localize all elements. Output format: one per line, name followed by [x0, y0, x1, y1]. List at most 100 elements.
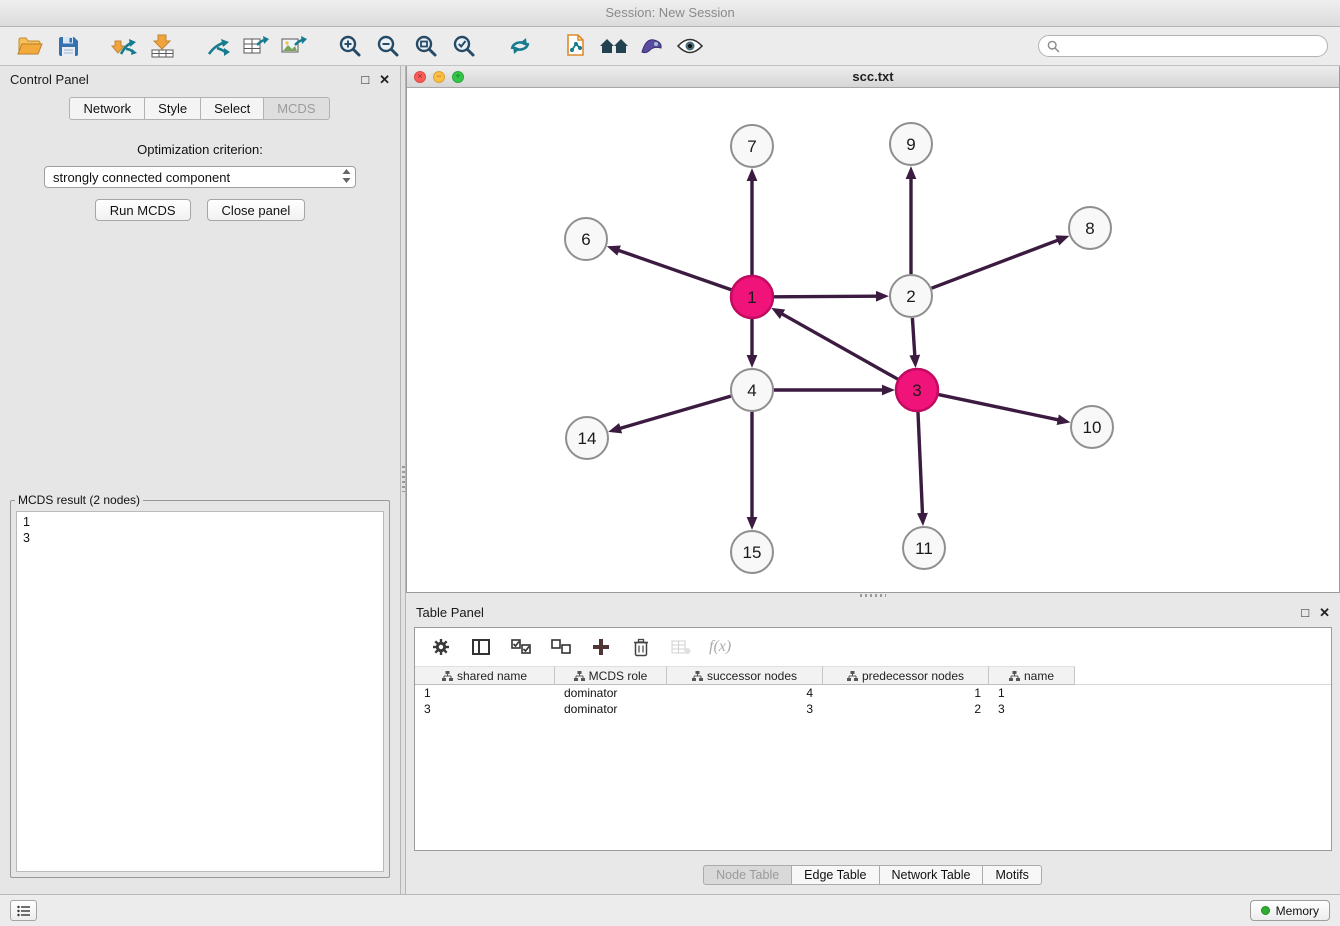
zoom-in-button[interactable] [332, 30, 368, 62]
table-tab-edge-table[interactable]: Edge Table [791, 865, 879, 885]
table-cell[interactable]: 1 [989, 685, 1075, 701]
memory-button[interactable]: Memory [1250, 900, 1330, 921]
table-tab-network-table[interactable]: Network Table [879, 865, 984, 885]
zoom-out-button[interactable] [370, 30, 406, 62]
table-cell[interactable]: dominator [555, 701, 667, 717]
zoom-selected-button[interactable] [446, 30, 482, 62]
network-window: scc.txt × − + 7 9 6 8 1 2 4 3 14 10 15 11 [406, 66, 1340, 593]
eye-icon [677, 37, 703, 55]
mcds-panel: Optimization criterion: strongly connect… [0, 142, 400, 221]
select-all-columns-button[interactable] [509, 635, 533, 659]
table-cell[interactable]: 2 [823, 701, 989, 717]
close-panel-button[interactable]: ✕ [379, 73, 390, 86]
network-overview-button[interactable] [596, 30, 632, 62]
network-edge-4-14[interactable] [620, 396, 731, 428]
refresh-button[interactable] [502, 30, 538, 62]
search-input[interactable] [1038, 35, 1328, 57]
control-panel-tab-network[interactable]: Network [69, 97, 145, 120]
table-tab-node-table[interactable]: Node Table [703, 865, 792, 885]
optimization-dropdown[interactable]: strongly connected component [44, 166, 356, 188]
delete-table-button [669, 635, 693, 659]
export-image-button[interactable] [276, 30, 312, 62]
network-node-14[interactable]: 14 [566, 417, 608, 459]
control-panel: Control Panel □ ✕ NetworkStyleSelectMCDS… [0, 66, 400, 894]
show-graphics-details-button[interactable] [672, 30, 708, 62]
network-node-9[interactable]: 9 [890, 123, 932, 165]
table-cell[interactable]: 3 [415, 701, 555, 717]
table-tab-motifs[interactable]: Motifs [982, 865, 1041, 885]
column-header-predecessor-nodes[interactable]: predecessor nodes [823, 666, 989, 685]
clone-network-icon [564, 34, 588, 58]
zoom-in-icon [338, 34, 362, 58]
network-edge-3-1[interactable] [782, 314, 898, 380]
control-panel-tab-style[interactable]: Style [144, 97, 201, 120]
control-panel-tab-mcds[interactable]: MCDS [263, 97, 329, 120]
list-icon [17, 905, 31, 917]
maximize-window-button[interactable]: + [452, 71, 464, 83]
network-node-11[interactable]: 11 [903, 527, 945, 569]
network-node-10[interactable]: 10 [1071, 406, 1113, 448]
minimize-window-button[interactable]: − [433, 71, 445, 83]
network-edge-2-8[interactable] [932, 240, 1059, 288]
network-edge-3-11[interactable] [918, 412, 923, 514]
network-node-3[interactable]: 3 [896, 369, 938, 411]
column-header-successor-nodes[interactable]: successor nodes [667, 666, 823, 685]
apply-style-button[interactable] [634, 30, 670, 62]
memory-label: Memory [1276, 904, 1319, 918]
network-edge-1-6[interactable] [618, 250, 731, 290]
network-edge-1-2[interactable] [774, 296, 877, 297]
run-mcds-button[interactable]: Run MCDS [95, 199, 191, 221]
network-window-title: scc.txt [407, 69, 1339, 84]
application-window: Session: New Session Control [0, 0, 1340, 926]
import-table-button[interactable] [144, 30, 180, 62]
browse-mode-button[interactable] [469, 635, 493, 659]
import-network-button[interactable] [106, 30, 142, 62]
network-edge-3-10[interactable] [939, 395, 1059, 420]
table-row[interactable]: 3dominator323 [415, 701, 1331, 717]
control-panel-tab-select[interactable]: Select [200, 97, 264, 120]
table-toolbar: f(x) [415, 628, 1331, 666]
column-type-icon [847, 671, 858, 681]
add-column-button[interactable] [589, 635, 613, 659]
save-floppy-icon [58, 36, 79, 57]
close-table-panel-button[interactable]: ✕ [1319, 606, 1330, 619]
network-edge-2-3[interactable] [912, 318, 914, 356]
column-type-icon [574, 671, 585, 681]
table-cell[interactable]: 3 [667, 701, 823, 717]
column-header-shared-name[interactable]: shared name [415, 666, 555, 685]
clone-network-button[interactable] [558, 30, 594, 62]
unchecked-boxes-icon [551, 639, 571, 655]
float-panel-button[interactable]: □ [361, 73, 369, 86]
table-cell[interactable]: 3 [989, 701, 1075, 717]
search-text-field[interactable] [1065, 39, 1319, 53]
close-panel-action-button[interactable]: Close panel [207, 199, 306, 221]
table-cell[interactable]: 4 [667, 685, 823, 701]
panel-list-button[interactable] [10, 900, 37, 921]
float-table-panel-button[interactable]: □ [1301, 606, 1309, 619]
network-node-8[interactable]: 8 [1069, 207, 1111, 249]
network-node-1[interactable]: 1 [731, 276, 773, 318]
manage-columns-button[interactable] [429, 635, 453, 659]
column-header-name[interactable]: name [989, 666, 1075, 685]
table-cell[interactable]: dominator [555, 685, 667, 701]
open-session-button[interactable] [12, 30, 48, 62]
table-cell[interactable]: 1 [823, 685, 989, 701]
style-brush-icon [640, 36, 664, 56]
unselect-all-columns-button[interactable] [549, 635, 573, 659]
network-node-7[interactable]: 7 [731, 125, 773, 167]
network-node-2[interactable]: 2 [890, 275, 932, 317]
status-bar: Memory [0, 894, 1340, 926]
save-session-button[interactable] [50, 30, 86, 62]
table-cell[interactable]: 1 [415, 685, 555, 701]
fit-content-button[interactable] [408, 30, 444, 62]
network-canvas[interactable]: 7 9 6 8 1 2 4 3 14 10 15 11 [407, 88, 1339, 592]
network-node-15[interactable]: 15 [731, 531, 773, 573]
close-window-button[interactable]: × [414, 71, 426, 83]
table-row[interactable]: 1dominator411 [415, 685, 1331, 701]
network-node-6[interactable]: 6 [565, 218, 607, 260]
column-header-MCDS-role[interactable]: MCDS role [555, 666, 667, 685]
delete-column-button[interactable] [629, 635, 653, 659]
new-table-button[interactable] [238, 30, 274, 62]
network-node-4[interactable]: 4 [731, 369, 773, 411]
new-network-button[interactable] [200, 30, 236, 62]
